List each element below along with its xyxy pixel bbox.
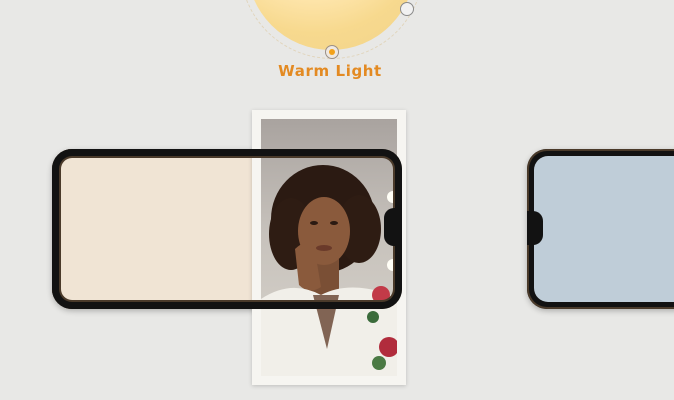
phone-right — [527, 149, 674, 309]
phone-main-notch — [384, 208, 402, 246]
phone-right-notch — [527, 211, 543, 245]
warm-light-selector-icon[interactable] — [325, 45, 339, 59]
warm-light-dial[interactable] — [247, 0, 415, 50]
portrait-photo — [261, 119, 397, 376]
photo-card[interactable] — [252, 110, 406, 385]
dial-handle-icon[interactable] — [400, 2, 414, 16]
light-mode-label: Warm Light — [278, 62, 382, 80]
phone-right-screen — [534, 156, 674, 302]
